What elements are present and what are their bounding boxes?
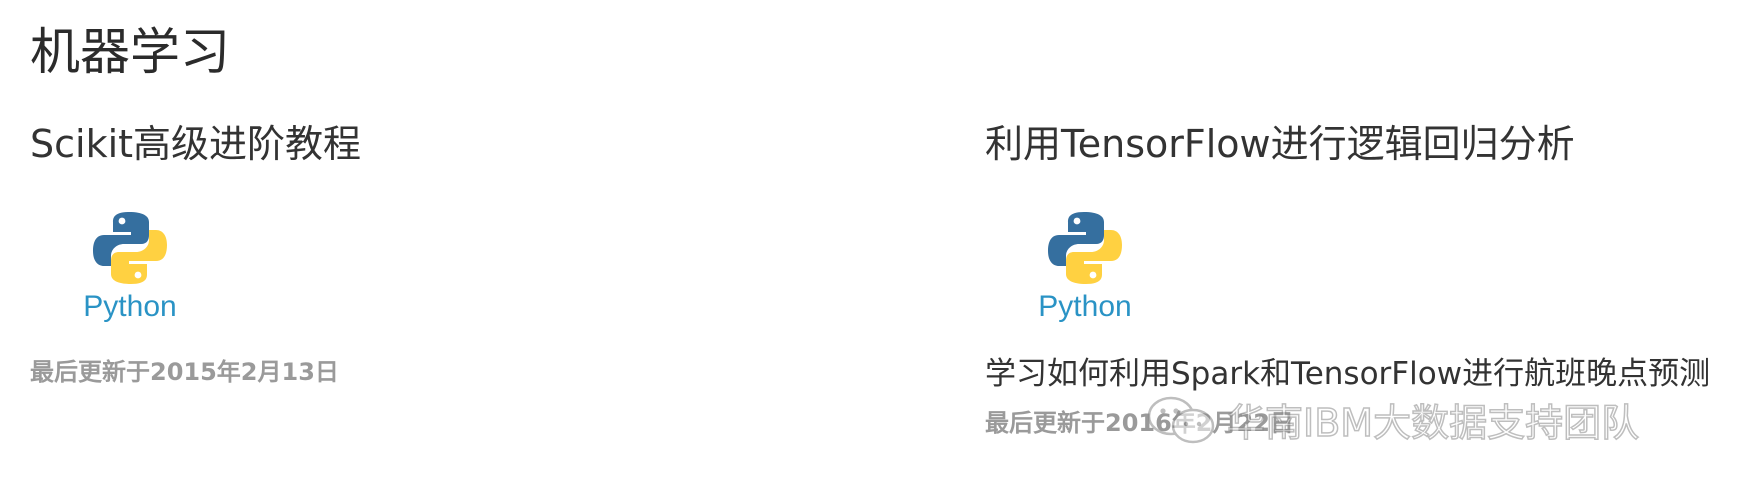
section-title: 机器学习	[30, 23, 230, 81]
card-title-link[interactable]: Scikit高级进阶教程	[30, 122, 930, 168]
watermark: 华南IBM大数据支持团队	[1145, 392, 1640, 447]
tutorial-card-scikit[interactable]: Scikit高级进阶教程 Python 最后更新于2015年2月13日	[30, 122, 930, 387]
python-snake-icon	[1048, 211, 1122, 284]
card-title-link[interactable]: 利用TensorFlow进行逻辑回归分析	[985, 122, 1705, 168]
watermark-text: 华南IBM大数据支持团队	[1226, 400, 1640, 446]
last-updated: 最后更新于2015年2月13日	[30, 357, 339, 386]
python-logo-text: Python	[83, 289, 177, 323]
python-logo: Python	[70, 208, 190, 324]
python-snake-icon	[93, 211, 167, 284]
page: 机器学习 Scikit高级进阶教程 Python 最后更新于2015年2月13日…	[0, 0, 1740, 496]
card-description: 学习如何利用Spark和TensorFlow进行航班晚点预测	[985, 355, 1711, 392]
python-logo: Python	[1025, 208, 1145, 324]
wechat-icon	[1147, 396, 1215, 443]
python-logo-text: Python	[1038, 289, 1132, 323]
tutorial-card-tensorflow[interactable]: 利用TensorFlow进行逻辑回归分析 Python 学习如何利用Spark和…	[985, 122, 1711, 438]
